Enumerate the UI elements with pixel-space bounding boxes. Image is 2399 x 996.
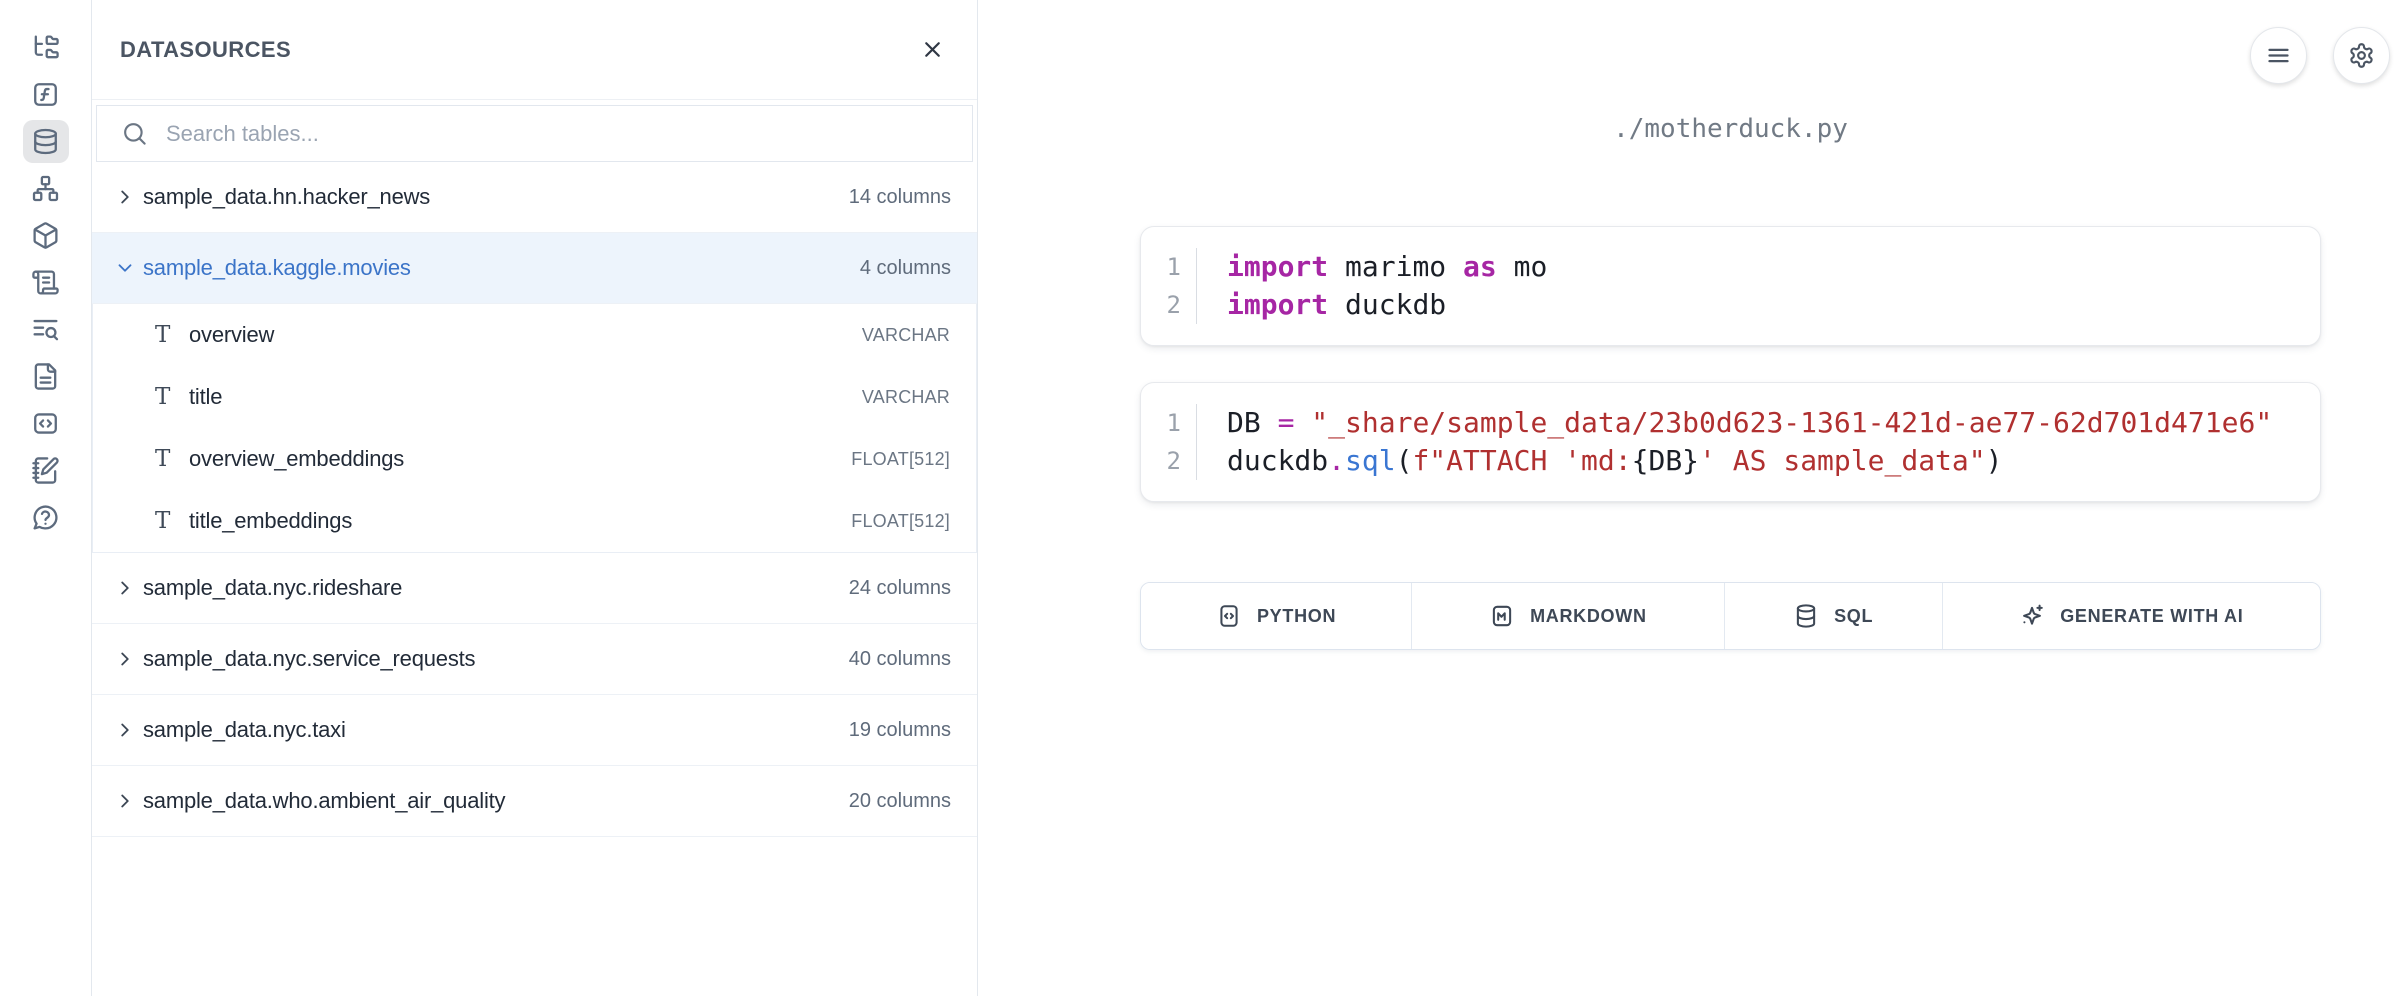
add-markdown-cell-button[interactable]: MARKDOWN — [1412, 583, 1724, 649]
table-name: sample_data.who.ambient_air_quality — [143, 788, 505, 814]
column-count: 4 columns — [860, 257, 951, 280]
help-chat-icon[interactable] — [23, 496, 69, 539]
column-count: 14 columns — [849, 186, 951, 209]
column-row[interactable]: T overview VARCHAR — [93, 304, 976, 366]
notebook-area: ./motherduck.py 12 import marimo as moim… — [978, 0, 2399, 996]
close-icon — [920, 37, 945, 62]
column-count: 40 columns — [849, 648, 951, 671]
snippets-icon[interactable] — [23, 402, 69, 445]
search-logs-icon[interactable] — [23, 308, 69, 351]
chevron-right-icon — [114, 648, 136, 670]
notebook-filename[interactable]: ./motherduck.py — [1140, 114, 2321, 144]
datasources-panel: DATASOURCES sample_data.hn.hacker_news 1… — [92, 0, 978, 996]
text-type-icon: T — [155, 322, 183, 348]
add-button-label: PYTHON — [1257, 606, 1336, 627]
database-icon[interactable] — [23, 120, 69, 163]
column-row[interactable]: T overview_embeddings FLOAT[512] — [93, 428, 976, 490]
table-list: sample_data.hn.hacker_news 14 columns sa… — [92, 162, 977, 996]
text-type-icon: T — [155, 508, 183, 534]
file-tree-icon[interactable] — [23, 26, 69, 69]
scratchpad-icon[interactable] — [23, 449, 69, 492]
chevron-right-icon — [114, 186, 136, 208]
search-icon — [121, 120, 148, 147]
code-line: import duckdb — [1227, 286, 1547, 324]
documentation-icon[interactable] — [23, 355, 69, 398]
column-count: 20 columns — [849, 790, 951, 813]
function-square-icon[interactable] — [23, 73, 69, 116]
chevron-down-icon — [114, 257, 136, 279]
table-row-selected[interactable]: sample_data.kaggle.movies 4 columns — [92, 233, 977, 304]
line-number: 2 — [1167, 286, 1181, 324]
markdown-icon — [1489, 603, 1515, 629]
column-count: 24 columns — [849, 577, 951, 600]
code-editor: 12 import marimo as moimport duckdb — [1141, 248, 2320, 324]
column-type: VARCHAR — [862, 325, 950, 346]
database-icon — [1793, 603, 1819, 629]
line-number: 1 — [1167, 404, 1181, 442]
line-number-gutter: 12 — [1141, 404, 1197, 480]
add-python-cell-button[interactable]: PYTHON — [1141, 583, 1412, 649]
add-button-label: GENERATE WITH AI — [2060, 606, 2243, 627]
column-type: VARCHAR — [862, 387, 950, 408]
table-name: sample_data.nyc.service_requests — [143, 646, 475, 672]
column-row[interactable]: T title_embeddings FLOAT[512] — [93, 490, 976, 552]
column-name: overview — [189, 322, 274, 348]
code-line: DB = "_share/sample_data/23b0d623-1361-4… — [1227, 404, 2272, 442]
code-cell[interactable]: 12 import marimo as moimport duckdb — [1140, 226, 2321, 346]
line-number-gutter: 12 — [1141, 248, 1197, 324]
chevron-right-icon — [114, 790, 136, 812]
add-button-label: MARKDOWN — [1530, 606, 1647, 627]
expanded-columns-group: T overview VARCHAR T title VARCHAR T ove… — [92, 304, 977, 553]
logs-icon[interactable] — [23, 261, 69, 304]
column-type: FLOAT[512] — [851, 511, 950, 532]
activity-bar — [0, 0, 92, 996]
column-count: 19 columns — [849, 719, 951, 742]
code-editor: 12 DB = "_share/sample_data/23b0d623-136… — [1141, 404, 2320, 480]
text-type-icon: T — [155, 384, 183, 410]
dependency-graph-icon[interactable] — [23, 167, 69, 210]
table-name: sample_data.kaggle.movies — [143, 255, 411, 281]
column-type: FLOAT[512] — [851, 449, 950, 470]
code-line: duckdb.sql(f"ATTACH 'md:{DB}' AS sample_… — [1227, 442, 2272, 480]
table-name: sample_data.nyc.rideshare — [143, 575, 402, 601]
settings-button[interactable] — [2333, 27, 2390, 84]
code-lines: DB = "_share/sample_data/23b0d623-1361-4… — [1197, 404, 2272, 480]
add-button-label: SQL — [1834, 606, 1873, 627]
code-lines: import marimo as moimport duckdb — [1197, 248, 1547, 324]
table-name: sample_data.nyc.taxi — [143, 717, 346, 743]
app-window: DATASOURCES sample_data.hn.hacker_news 1… — [0, 0, 2399, 996]
code-square-icon — [1216, 603, 1242, 629]
chevron-right-icon — [114, 719, 136, 741]
line-number: 1 — [1167, 248, 1181, 286]
add-sql-cell-button[interactable]: SQL — [1725, 583, 1943, 649]
add-cell-bar: PYTHON MARKDOWN SQL GENERATE WITH AI — [1140, 582, 2321, 650]
generate-with-ai-button[interactable]: GENERATE WITH AI — [1943, 583, 2320, 649]
column-row[interactable]: T title VARCHAR — [93, 366, 976, 428]
table-search — [96, 105, 973, 162]
text-type-icon: T — [155, 446, 183, 472]
table-name: sample_data.hn.hacker_news — [143, 184, 430, 210]
sparkles-icon — [2019, 603, 2045, 629]
line-number: 2 — [1167, 442, 1181, 480]
code-cell[interactable]: 12 DB = "_share/sample_data/23b0d623-136… — [1140, 382, 2321, 502]
column-name: title — [189, 384, 222, 410]
gear-icon — [2348, 42, 2375, 69]
close-panel-button[interactable] — [911, 29, 953, 71]
code-line: import marimo as mo — [1227, 248, 1547, 286]
table-row[interactable]: sample_data.nyc.rideshare 24 columns — [92, 553, 977, 624]
table-row[interactable]: sample_data.nyc.taxi 19 columns — [92, 695, 977, 766]
notebook-column: ./motherduck.py 12 import marimo as moim… — [1140, 0, 2321, 650]
panel-header: DATASOURCES — [92, 0, 977, 100]
table-row[interactable]: sample_data.who.ambient_air_quality 20 c… — [92, 766, 977, 837]
column-name: title_embeddings — [189, 508, 352, 534]
table-row[interactable]: sample_data.hn.hacker_news 14 columns — [92, 162, 977, 233]
chevron-right-icon — [114, 577, 136, 599]
package-icon[interactable] — [23, 214, 69, 257]
column-name: overview_embeddings — [189, 446, 404, 472]
search-input[interactable] — [166, 121, 952, 147]
page-title: DATASOURCES — [120, 37, 291, 63]
table-row[interactable]: sample_data.nyc.service_requests 40 colu… — [92, 624, 977, 695]
